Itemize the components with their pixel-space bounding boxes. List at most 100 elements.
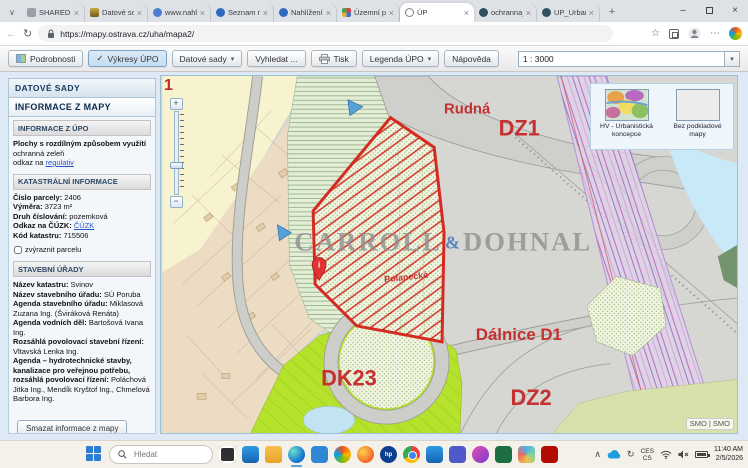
- scale-dropdown-button[interactable]: ▾: [725, 51, 740, 67]
- stavebni-row: Rozsáhlá povolovací stavební řízení: Vlt…: [13, 337, 151, 356]
- scale-input[interactable]: [518, 51, 725, 67]
- start-button[interactable]: [86, 446, 103, 463]
- section-informace-z-upo: INFORMACE Z ÚPO: [13, 120, 151, 136]
- close-icon[interactable]: ×: [137, 9, 142, 17]
- photos-app-icon[interactable]: [518, 446, 535, 463]
- clock[interactable]: 11:40 AM 2/5/2026: [714, 446, 743, 463]
- back-icon[interactable]: ←: [6, 28, 17, 40]
- vykresy-upo-button[interactable]: ✓ Výkresy ÚPO: [88, 50, 166, 67]
- basemap-option-hv[interactable]: HV - Urbanistická koncepce: [595, 89, 659, 149]
- tab-seznam-nemovitosti[interactable]: Seznam nem ×: [211, 3, 274, 22]
- tab-shared-list[interactable]: SHARED LIST ×: [22, 3, 85, 22]
- tab-nahlizeni[interactable]: www.nahlizen ×: [148, 3, 211, 22]
- tray-chevron-up-icon[interactable]: ∧: [594, 449, 601, 460]
- close-icon[interactable]: ×: [389, 9, 394, 17]
- datove-sady-button[interactable]: Datové sady ▾: [172, 50, 243, 67]
- close-icon[interactable]: ×: [74, 9, 79, 17]
- legenda-upo-button[interactable]: Legenda ÚPO ▾: [362, 50, 439, 67]
- taskbar-search[interactable]: [109, 445, 213, 464]
- copilot-icon[interactable]: [729, 27, 742, 40]
- copilot-app-icon[interactable]: [334, 446, 351, 463]
- zoom-in-button[interactable]: +: [170, 98, 183, 110]
- search-icon: [118, 450, 127, 459]
- bookmark-star-icon[interactable]: ☆: [651, 28, 660, 39]
- tray-sync-icon[interactable]: ↻: [627, 449, 635, 460]
- close-window-button[interactable]: ×: [722, 0, 748, 21]
- favicon: [216, 8, 225, 17]
- maximize-button[interactable]: [696, 0, 722, 21]
- tab-search-chevron-icon[interactable]: ∨: [4, 4, 20, 20]
- teams-icon[interactable]: [449, 446, 466, 463]
- tab-datove-schranky[interactable]: Datové schrá ×: [85, 3, 148, 22]
- row-value: 3723 m²: [45, 202, 73, 211]
- vyhledat-button[interactable]: Vyhledat ...: [247, 50, 305, 67]
- language-indicator[interactable]: CES CS: [641, 448, 654, 462]
- section-stavebni-urady: STAVEBNÍ ÚŘADY: [13, 261, 151, 277]
- collections-icon[interactable]: [669, 29, 679, 39]
- highlight-parcel-checkbox[interactable]: [14, 246, 22, 254]
- menu-ellipsis-icon[interactable]: ⋯: [710, 28, 720, 39]
- maximize-icon: [706, 7, 713, 14]
- minimize-button[interactable]: –: [670, 0, 696, 21]
- zoom-slider-handle[interactable]: [170, 162, 183, 169]
- outlook-icon[interactable]: [426, 446, 443, 463]
- zoom-out-button[interactable]: −: [170, 196, 183, 208]
- tab-label: SHARED LIST: [39, 8, 71, 17]
- map-app-toolbar: Podrobnosti ✓ Výkresy ÚPO Datové sady ▾ …: [0, 46, 748, 72]
- address-box[interactable]: https://mapy.ostrava.cz/uha/mapa2/: [38, 25, 613, 42]
- zoom-slider-ticks: [180, 114, 184, 192]
- tab-ochranna-zelen[interactable]: ochranna_zel ×: [474, 3, 537, 22]
- chrome-icon[interactable]: [403, 446, 420, 463]
- row-value: pozemková: [69, 212, 107, 221]
- new-tab-button[interactable]: +: [604, 4, 620, 20]
- excel-icon[interactable]: [495, 446, 512, 463]
- wifi-icon[interactable]: [660, 450, 672, 459]
- tab-uzemni-plan[interactable]: Územní plán ×: [337, 3, 400, 22]
- search-input[interactable]: [132, 449, 202, 460]
- tisk-button[interactable]: Tisk: [311, 50, 357, 67]
- screen: ∨ SHARED LIST × Datové schrá × www.nahli…: [0, 0, 748, 468]
- basemap-selector: HV - Urbanistická koncepce Bez podkladov…: [590, 83, 734, 150]
- edge-browser-icon[interactable]: [288, 446, 305, 463]
- onedrive-cloud-icon[interactable]: [607, 450, 621, 459]
- file-explorer-icon[interactable]: [265, 446, 282, 463]
- section-katastralni-informace: KATASTRÁLNÍ INFORMACE: [13, 174, 151, 190]
- close-icon[interactable]: ×: [200, 9, 205, 17]
- row-label: Číslo parcely:: [13, 193, 62, 202]
- stavebni-row: Název stavebního úřadu: SÚ Poruba: [13, 290, 151, 300]
- mail-app-icon[interactable]: [242, 446, 259, 463]
- reload-icon[interactable]: ↻: [23, 27, 32, 40]
- microsoft-store-icon[interactable]: [311, 446, 328, 463]
- close-icon[interactable]: ×: [589, 9, 594, 17]
- podrobnosti-button[interactable]: Podrobnosti: [8, 50, 83, 67]
- zoom-slider-track[interactable]: [174, 111, 179, 195]
- tab-nahlizeni-do[interactable]: Nahlížení do ×: [274, 3, 337, 22]
- zoom-slider[interactable]: + −: [168, 98, 184, 208]
- close-icon[interactable]: ×: [464, 9, 469, 17]
- accordion-datove-sady[interactable]: DATOVÉ SADY: [8, 78, 156, 98]
- close-icon[interactable]: ×: [263, 9, 268, 17]
- regulativ-link[interactable]: regulativ: [46, 158, 74, 167]
- volume-mute-icon[interactable]: [678, 450, 689, 459]
- hp-app-icon[interactable]: hp: [380, 446, 397, 463]
- label-dz2: DZ2: [510, 385, 551, 410]
- row-value: 715506: [63, 231, 88, 240]
- label-rudna: Rudná: [444, 102, 491, 118]
- clear-map-info-button[interactable]: Smazat informace z mapy: [17, 420, 127, 435]
- accordion-informace-z-mapy[interactable]: INFORMACE Z MAPY: [8, 98, 156, 117]
- time-text: 11:40 AM: [714, 446, 743, 455]
- profile-icon[interactable]: [688, 27, 701, 40]
- cuzk-link[interactable]: ČÚZK: [74, 221, 94, 230]
- snipping-tool-icon[interactable]: [472, 446, 489, 463]
- battery-icon[interactable]: [695, 451, 708, 458]
- map-viewport[interactable]: i CARROLL&DOHNAL Rudná DZ1 Dálnice D1 DZ…: [160, 75, 738, 434]
- basemap-option-none[interactable]: Bez podkladové mapy: [666, 89, 730, 149]
- close-icon[interactable]: ×: [326, 9, 331, 17]
- close-icon[interactable]: ×: [526, 9, 531, 17]
- firefox-icon[interactable]: [357, 446, 374, 463]
- tab-up-active[interactable]: ÚP ×: [400, 3, 474, 22]
- acrobat-icon[interactable]: [541, 446, 558, 463]
- task-view-icon[interactable]: [219, 446, 236, 463]
- tab-up-urbanismus[interactable]: UP_Urbanism ×: [537, 3, 600, 22]
- napoveda-button[interactable]: Nápověda: [444, 50, 499, 67]
